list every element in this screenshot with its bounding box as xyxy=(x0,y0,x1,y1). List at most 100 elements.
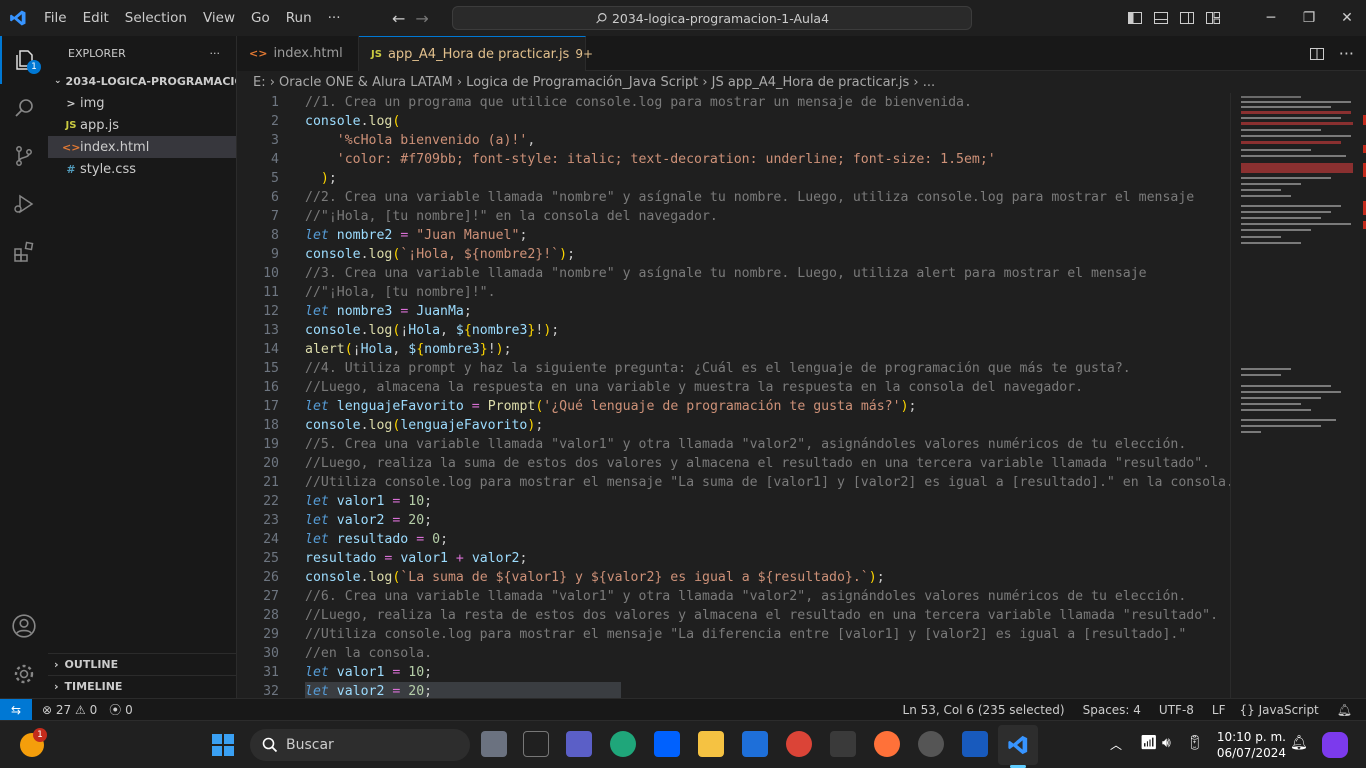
explorer-activity[interactable]: 1 xyxy=(0,36,48,84)
code-line[interactable]: 9 console.log(`¡Hola, ${nombre2}!`); xyxy=(237,245,1230,264)
task-view-icon[interactable] xyxy=(481,731,507,757)
system-clock[interactable]: 10:10 p. m. 06/07/2024 xyxy=(1212,729,1286,761)
app-panda-icon[interactable] xyxy=(918,731,944,757)
battery-icon[interactable]: 🔋︎ xyxy=(1186,735,1204,751)
menu-edit[interactable]: Edit xyxy=(75,0,117,36)
code-line[interactable]: 27 //6. Crea una variable llamada "valor1… xyxy=(237,587,1230,606)
toggle-primary-sidebar-icon[interactable] xyxy=(1127,10,1143,26)
code-line[interactable]: 28 //Luego, realiza la resta de estos dos… xyxy=(237,606,1230,625)
wifi-icon[interactable]: 📶︎ xyxy=(1140,735,1158,751)
code-line[interactable]: 3 '%cHola bienvenido (a)!', xyxy=(237,131,1230,150)
vscode-logo-icon[interactable] xyxy=(0,0,36,36)
teams-icon[interactable] xyxy=(566,731,592,757)
notifications-bell-icon[interactable]: 🔔︎ xyxy=(1331,703,1358,717)
notification-bell-icon[interactable]: 🔔︎ xyxy=(1290,735,1308,751)
minimap[interactable] xyxy=(1230,93,1366,698)
code-line[interactable]: 14 alert(¡Hola, ${nombre3}!); xyxy=(237,340,1230,359)
code-line[interactable]: 18 console.log(lenguajeFavorito); xyxy=(237,416,1230,435)
cursor-position[interactable]: Ln 53, Col 6 (235 selected) xyxy=(897,703,1071,717)
code-line[interactable]: 11 //"¡Hola, [tu nombre]!". xyxy=(237,283,1230,302)
more-actions-icon[interactable]: ··· xyxy=(1339,44,1354,63)
code-line[interactable]: 21 //Utiliza console.log para mostrar el … xyxy=(237,473,1230,492)
code-line[interactable]: 5 ); xyxy=(237,169,1230,188)
menu-go[interactable]: Go xyxy=(243,0,278,36)
encoding[interactable]: UTF-8 xyxy=(1153,703,1200,717)
command-center-search[interactable]: 2034-logica-programacion-1-Aula4 xyxy=(452,6,972,30)
code-line[interactable]: 30 //en la consola. xyxy=(237,644,1230,663)
code-editor[interactable]: 1 //1. Crea un programa que utilice conso… xyxy=(237,93,1230,698)
code-line[interactable]: 16 //Luego, almacena la respuesta en una … xyxy=(237,378,1230,397)
back-arrow-icon[interactable]: ← xyxy=(392,9,405,28)
restore-icon[interactable]: ❐ xyxy=(1290,10,1328,26)
taskbar-search[interactable]: Buscar xyxy=(250,729,470,761)
chevron-up-icon[interactable]: ︿ xyxy=(1110,736,1122,753)
code-line[interactable]: 6 //2. Crea una variable llamada "nombre"… xyxy=(237,188,1230,207)
problems-indicator[interactable]: ⊗ 27 ⚠ 0 xyxy=(32,703,103,717)
code-line[interactable]: 23 let valor2 = 20; xyxy=(237,511,1230,530)
menu-file[interactable]: File xyxy=(36,0,75,36)
tab-index-html[interactable]: <> index.html xyxy=(237,36,359,71)
tree-item-img[interactable]: > img xyxy=(48,92,236,114)
toggle-secondary-sidebar-icon[interactable] xyxy=(1179,10,1195,26)
toggle-panel-icon[interactable] xyxy=(1153,10,1169,26)
ports-indicator[interactable]: ⦿ 0 xyxy=(103,701,138,718)
volume-icon[interactable]: 🔊︎ xyxy=(1162,735,1171,751)
source-control-activity[interactable] xyxy=(0,132,48,180)
code-line[interactable]: 17 let lenguajeFavorito = Prompt('¿Qué le… xyxy=(237,397,1230,416)
word-icon[interactable] xyxy=(962,731,988,757)
code-line[interactable]: 20 //Luego, realiza la suma de estos dos … xyxy=(237,454,1230,473)
code-line[interactable]: 12 let nombre3 = JuanMa; xyxy=(237,302,1230,321)
code-line[interactable]: 13 console.log(¡Hola, ${nombre3}!); xyxy=(237,321,1230,340)
code-line[interactable]: 10 //3. Crea una variable llamada "nombre… xyxy=(237,264,1230,283)
tree-item-style-css[interactable]: # style.css xyxy=(48,158,236,180)
indentation[interactable]: Spaces: 4 xyxy=(1077,703,1147,717)
menu-more[interactable]: ··· xyxy=(320,0,349,36)
edge-icon[interactable] xyxy=(610,731,636,757)
code-line[interactable]: 31 let valor1 = 10; xyxy=(237,663,1230,682)
tree-item-index-html[interactable]: <> index.html xyxy=(48,136,236,158)
code-line[interactable]: 32 let valor2 = 20; xyxy=(237,682,1230,698)
code-line[interactable]: 29 //Utiliza console.log para mostrar el … xyxy=(237,625,1230,644)
remote-indicator[interactable]: ⇆ xyxy=(0,698,32,721)
run-debug-activity[interactable] xyxy=(0,180,48,228)
breadcrumb[interactable]: E: › Oracle ONE & Alura LATAM › Logica d… xyxy=(237,71,1366,93)
code-line[interactable]: 25 resultado = valor1 + valor2; xyxy=(237,549,1230,568)
code-line[interactable]: 24 let resultado = 0; xyxy=(237,530,1230,549)
windows-start-icon[interactable] xyxy=(212,734,234,756)
workspace-folder[interactable]: ⌄ 2034-LOGICA-PROGRAMACIO... xyxy=(48,70,236,92)
code-line[interactable]: 4 'color: #f709bb; font-style: italic; t… xyxy=(237,150,1230,169)
menu-selection[interactable]: Selection xyxy=(117,0,195,36)
code-line[interactable]: 15 //4. Utiliza prompt y haz la siguiente… xyxy=(237,359,1230,378)
code-line[interactable]: 1 //1. Crea un programa que utilice conso… xyxy=(237,93,1230,112)
dropbox-icon[interactable] xyxy=(654,731,680,757)
manage-activity[interactable] xyxy=(0,650,48,698)
accounts-activity[interactable] xyxy=(0,602,48,650)
outline-section[interactable]: › OUTLINE xyxy=(48,653,237,675)
code-line[interactable]: 2 console.log( xyxy=(237,112,1230,131)
copilot-icon[interactable] xyxy=(1322,732,1348,758)
code-line[interactable]: 7 //"¡Hola, [tu nombre]!" en la consola d… xyxy=(237,207,1230,226)
search-activity[interactable] xyxy=(0,84,48,132)
extensions-activity[interactable] xyxy=(0,228,48,276)
menu-run[interactable]: Run xyxy=(278,0,320,36)
firefox-icon[interactable] xyxy=(874,731,900,757)
code-line[interactable]: 8 let nombre2 = "Juan Manuel"; xyxy=(237,226,1230,245)
vscode-taskbar-icon[interactable] xyxy=(998,725,1038,765)
explorer-more-button[interactable]: ··· xyxy=(210,47,221,60)
app-s-icon[interactable] xyxy=(523,731,549,757)
minimize-icon[interactable]: ─ xyxy=(1252,10,1290,26)
menu-view[interactable]: View xyxy=(195,0,243,36)
tab-app-a4-js[interactable]: JS app_A4_Hora de practicar.js 9+ xyxy=(359,36,593,71)
mail-icon[interactable] xyxy=(742,731,768,757)
customize-layout-icon[interactable] xyxy=(1205,10,1221,26)
chrome-icon[interactable] xyxy=(786,731,812,757)
code-line[interactable]: 22 let valor1 = 10; xyxy=(237,492,1230,511)
file-explorer-icon[interactable] xyxy=(698,731,724,757)
timeline-section[interactable]: › TIMELINE xyxy=(48,675,237,697)
app-s-dark-icon[interactable] xyxy=(830,731,856,757)
close-icon[interactable]: ✕ xyxy=(1328,10,1366,26)
tree-item-app-js[interactable]: JS app.js xyxy=(48,114,236,136)
split-editor-icon[interactable] xyxy=(1309,46,1325,62)
end-of-line[interactable]: LF xyxy=(1206,703,1232,717)
forward-arrow-icon[interactable]: → xyxy=(415,9,428,28)
